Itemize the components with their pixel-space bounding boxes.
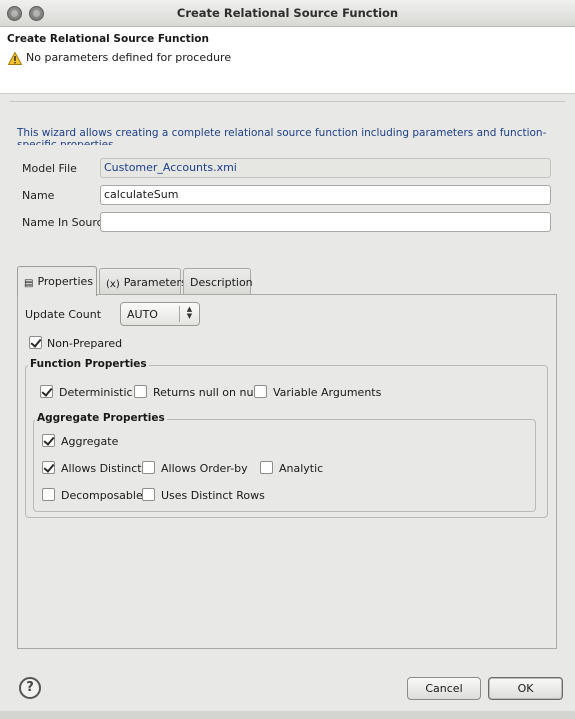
- name-input[interactable]: calculateSum: [100, 185, 551, 205]
- tab-description-label: Description: [190, 276, 253, 289]
- variable-arguments-checkbox[interactable]: [254, 385, 267, 398]
- wizard-message: No parameters defined for procedure: [26, 51, 232, 64]
- model-file-field: Customer_Accounts.xmi: [100, 158, 551, 178]
- properties-icon: ▤: [24, 278, 34, 289]
- aggregate-label: Aggregate: [61, 435, 119, 448]
- window-title: Create Relational Source Function: [176, 6, 399, 20]
- decomposable-label: Decomposable: [61, 489, 143, 502]
- wizard-description: This wizard allows creating a complete r…: [17, 127, 547, 145]
- name-in-source-input[interactable]: [100, 212, 551, 232]
- function-properties-title: Function Properties: [28, 358, 149, 370]
- non-prepared-checkbox[interactable]: [29, 336, 42, 349]
- allows-distinct-checkbox[interactable]: [42, 461, 55, 474]
- window-titlebar: Create Relational Source Function: [0, 0, 575, 27]
- ok-button[interactable]: OK: [488, 677, 563, 700]
- wizard-header-title: Create Relational Source Function: [7, 33, 209, 45]
- returns-null-label: Returns null on null: [153, 386, 260, 399]
- allows-order-by-checkbox[interactable]: [142, 461, 155, 474]
- warning-icon: [8, 52, 22, 65]
- select-arrows-icon: ▲ ▼: [179, 306, 199, 322]
- allows-order-by-label: Allows Order-by: [161, 462, 248, 475]
- parameters-icon: (x): [106, 279, 120, 290]
- aggregate-checkbox[interactable]: [42, 434, 55, 447]
- uses-distinct-rows-checkbox[interactable]: [142, 488, 155, 501]
- background-window-strip: [0, 711, 575, 719]
- returns-null-checkbox[interactable]: [134, 385, 147, 398]
- non-prepared-label: Non-Prepared: [47, 337, 123, 350]
- help-icon[interactable]: ?: [19, 677, 41, 699]
- decomposable-checkbox[interactable]: [42, 488, 55, 501]
- update-count-value: AUTO: [127, 308, 158, 321]
- analytic-checkbox[interactable]: [260, 461, 273, 474]
- update-count-label: Update Count: [25, 308, 102, 321]
- allows-distinct-label: Allows Distinct: [61, 462, 142, 475]
- uses-distinct-rows-label: Uses Distinct Rows: [161, 489, 265, 502]
- update-count-select[interactable]: AUTO ▲ ▼: [120, 302, 200, 326]
- name-label: Name: [22, 189, 55, 202]
- aggregate-properties-title: Aggregate Properties: [35, 412, 167, 424]
- analytic-label: Analytic: [279, 462, 324, 475]
- deterministic-label: Deterministic: [59, 386, 133, 399]
- variable-arguments-label: Variable Arguments: [273, 386, 382, 399]
- tab-properties[interactable]: ▤ Properties: [17, 266, 97, 296]
- cancel-button[interactable]: Cancel: [407, 677, 481, 700]
- deterministic-checkbox[interactable]: [40, 385, 53, 398]
- tab-parameters[interactable]: (x) Parameters: [99, 268, 187, 294]
- tab-parameters-label: Parameters: [123, 276, 187, 289]
- model-file-label: Model File: [22, 162, 77, 175]
- name-in-source-label: Name In Source: [22, 216, 110, 229]
- wizard-header: Create Relational Source Function No par…: [0, 27, 575, 94]
- tab-properties-label: Properties: [37, 275, 94, 288]
- tab-description[interactable]: Description: [183, 268, 253, 294]
- header-separator: [10, 101, 565, 102]
